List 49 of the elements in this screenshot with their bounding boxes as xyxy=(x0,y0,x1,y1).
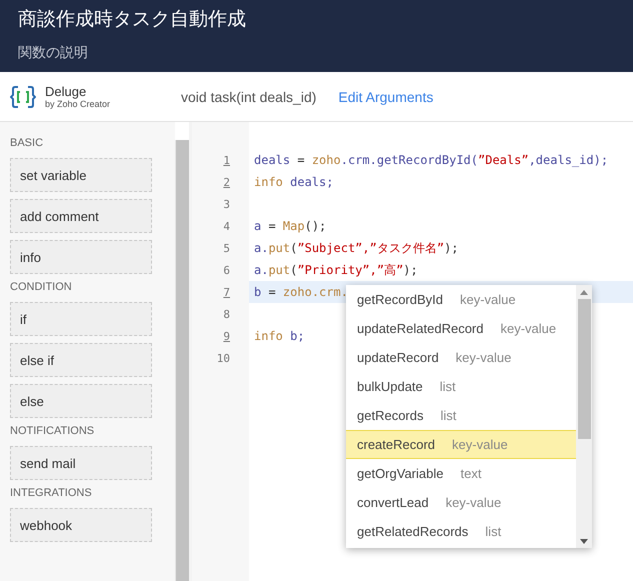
suggestion-item[interactable]: getRecordById key-value xyxy=(346,285,576,314)
suggestion-item[interactable]: getOrgVariable text xyxy=(346,459,576,488)
statement-block[interactable]: else xyxy=(10,384,152,418)
suggestion-item[interactable]: getRelatedRecords list xyxy=(346,517,576,546)
code-line: info b; xyxy=(254,329,305,343)
scrollbar[interactable] xyxy=(175,140,189,581)
code-line: info deals; xyxy=(254,175,334,189)
line-number: 1 xyxy=(222,154,230,166)
line-number: 7 xyxy=(222,286,230,298)
page-title: 商談作成時タスク自動作成 xyxy=(18,7,247,32)
code-line: a = Map(); xyxy=(254,219,326,233)
section-heading: INTEGRATIONS xyxy=(10,487,93,499)
statement-block[interactable]: set variable xyxy=(10,158,152,192)
code-line: a.put(”Subject”,”タスク件名”); xyxy=(254,240,459,256)
statement-block[interactable]: info xyxy=(10,240,152,274)
suggestion-item[interactable]: convertLead key-value xyxy=(346,488,576,517)
line-number: 8 xyxy=(222,308,230,320)
function-signature: void task(int deals_id) xyxy=(181,88,316,104)
brand-name: Deluge xyxy=(45,84,88,99)
line-number: 10 xyxy=(216,352,230,364)
brand-subtitle: by Zoho Creator xyxy=(45,99,112,109)
statement-block[interactable]: send mail xyxy=(10,446,152,480)
section-heading: CONDITION xyxy=(10,281,73,293)
brackets-logo-icon xyxy=(10,84,36,110)
section-heading: NOTIFICATIONS xyxy=(10,425,96,437)
line-number: 3 xyxy=(222,198,230,210)
statement-block[interactable]: if xyxy=(10,302,152,336)
line-number: 2 xyxy=(222,176,230,188)
section-heading: BASIC xyxy=(10,137,44,149)
statement-block[interactable]: else if xyxy=(10,343,152,377)
scroll-down-icon[interactable] xyxy=(580,539,588,544)
code-line: deals = zoho.crm.getRecordById(”Deals”,deals_id); xyxy=(254,153,608,167)
code-line: a.put(”Priority”,”高”); xyxy=(254,262,418,278)
suggestion-item[interactable]: createRecord key-value xyxy=(346,430,576,459)
line-number: 4 xyxy=(222,220,230,232)
suggestion-item[interactable]: updateRelatedRecord key-value xyxy=(346,314,576,343)
suggestion-item[interactable]: bulkUpdate list xyxy=(346,372,576,401)
line-number: 9 xyxy=(222,330,230,342)
suggestion-item[interactable]: updateRecord key-value xyxy=(346,343,576,372)
scroll-up-icon[interactable] xyxy=(580,290,588,295)
line-number: 5 xyxy=(222,242,230,254)
suggestion-item[interactable]: getRecords list xyxy=(346,401,576,430)
function-description: 関数の説明 xyxy=(18,44,89,62)
scrollbar-thumb[interactable] xyxy=(578,299,590,439)
statement-block[interactable]: webhook xyxy=(10,508,152,542)
code-line: b = zoho.crm. xyxy=(254,285,348,299)
line-number: 6 xyxy=(222,264,230,276)
edit-arguments-link[interactable]: Edit Arguments xyxy=(338,88,434,104)
statement-block[interactable]: add comment xyxy=(10,199,152,233)
